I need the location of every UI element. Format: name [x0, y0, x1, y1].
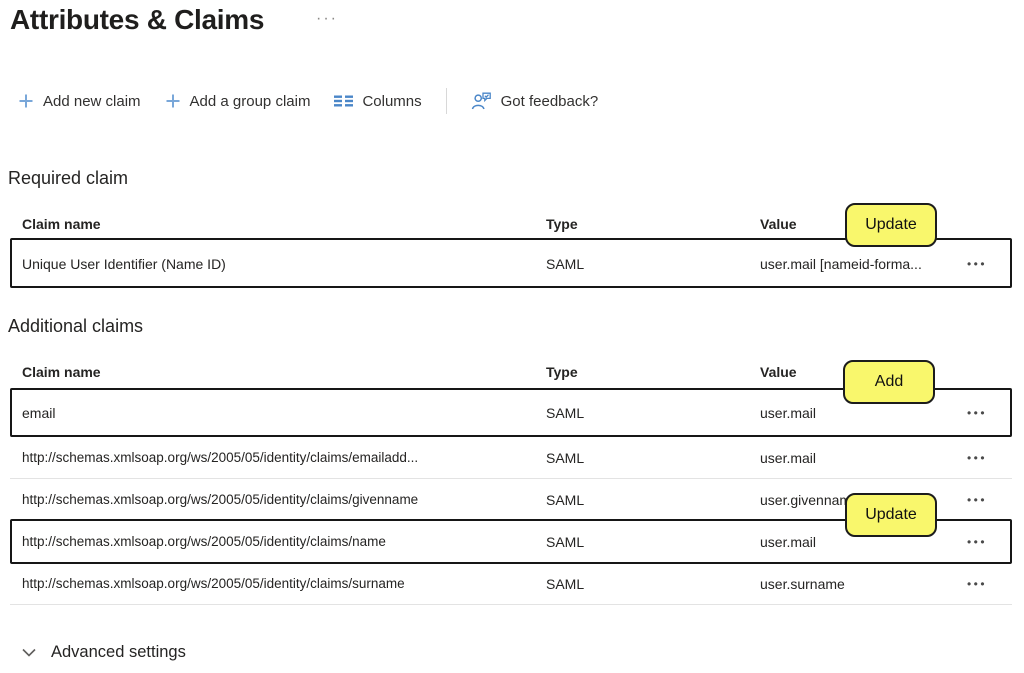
advanced-settings-label: Advanced settings	[51, 643, 186, 662]
column-header-claim-name: Claim name	[22, 216, 546, 232]
title-more-menu[interactable]: ···	[316, 10, 338, 28]
page-title: Attributes & Claims	[10, 4, 264, 36]
add-new-claim-button[interactable]: Add new claim	[18, 93, 141, 110]
row-context-menu-button[interactable]: •••	[965, 573, 989, 595]
row-context-menu-button[interactable]: •••	[965, 253, 989, 275]
annotation-sticker-update: Update	[845, 203, 937, 247]
column-header-claim-name: Claim name	[22, 364, 546, 380]
columns-icon	[334, 94, 353, 108]
type-cell: SAML	[546, 405, 760, 421]
claim-name-cell: Unique User Identifier (Name ID)	[22, 256, 546, 272]
column-header-type: Type	[546, 364, 760, 380]
command-bar: Add new claim Add a group claim Columns …	[18, 86, 598, 116]
claim-name-cell: http://schemas.xmlsoap.org/ws/2005/05/id…	[22, 450, 546, 465]
table-row-nameid[interactable]: Unique User Identifier (Name ID) SAML us…	[10, 240, 1012, 288]
table-row-surname[interactable]: http://schemas.xmlsoap.org/ws/2005/05/id…	[10, 563, 1012, 605]
type-cell: SAML	[546, 534, 760, 550]
type-cell: SAML	[546, 576, 760, 592]
value-cell: user.surname	[760, 576, 942, 592]
value-cell: user.mail	[760, 450, 942, 466]
feedback-icon	[471, 92, 492, 111]
got-feedback-label: Got feedback?	[501, 93, 599, 110]
toolbar-divider	[446, 88, 447, 114]
columns-label: Columns	[362, 93, 421, 110]
type-cell: SAML	[546, 256, 760, 272]
advanced-settings-toggle[interactable]: Advanced settings	[22, 643, 186, 662]
type-cell: SAML	[546, 492, 760, 508]
add-new-claim-label: Add new claim	[43, 93, 141, 110]
claim-name-cell: http://schemas.xmlsoap.org/ws/2005/05/id…	[22, 492, 546, 507]
annotation-sticker-update: Update	[845, 493, 937, 537]
row-context-menu-button[interactable]: •••	[965, 489, 989, 511]
columns-button[interactable]: Columns	[334, 93, 421, 110]
got-feedback-button[interactable]: Got feedback?	[471, 92, 599, 111]
add-group-claim-button[interactable]: Add a group claim	[165, 93, 311, 110]
type-cell: SAML	[546, 450, 760, 466]
chevron-down-icon	[22, 648, 36, 657]
claim-name-cell: email	[22, 405, 546, 421]
table-row-emailaddress[interactable]: http://schemas.xmlsoap.org/ws/2005/05/id…	[10, 437, 1012, 479]
claim-name-cell: http://schemas.xmlsoap.org/ws/2005/05/id…	[22, 534, 546, 549]
plus-icon	[18, 93, 34, 109]
additional-claims-section-title: Additional claims	[8, 316, 143, 337]
row-context-menu-button[interactable]: •••	[965, 447, 989, 469]
value-cell: user.mail [nameid-forma...	[760, 256, 942, 272]
add-group-claim-label: Add a group claim	[190, 93, 311, 110]
claim-name-cell: http://schemas.xmlsoap.org/ws/2005/05/id…	[22, 576, 546, 591]
row-context-menu-button[interactable]: •••	[965, 402, 989, 424]
plus-icon	[165, 93, 181, 109]
annotation-sticker-add: Add	[843, 360, 935, 404]
row-context-menu-button[interactable]: •••	[965, 531, 989, 553]
column-header-type: Type	[546, 216, 760, 232]
required-claim-section-title: Required claim	[8, 168, 128, 189]
value-cell: user.mail	[760, 405, 942, 421]
